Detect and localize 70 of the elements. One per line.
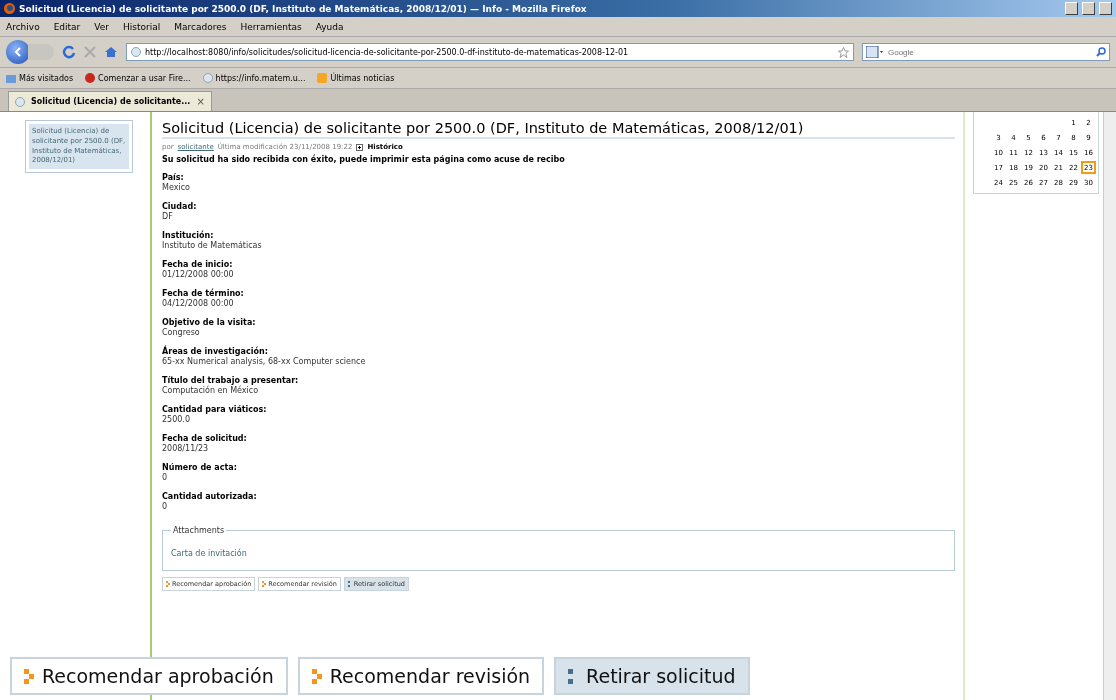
dots-icon — [262, 581, 267, 587]
feed-icon — [317, 73, 328, 83]
field-label: Áreas de investigación: — [162, 347, 269, 357]
minimize-button[interactable] — [1065, 2, 1078, 15]
bookmark-item[interactable]: Más visitados — [6, 73, 74, 83]
back-button[interactable] — [6, 40, 30, 64]
attachment-link[interactable]: Carta de invitación — [171, 549, 247, 558]
dots-icon — [166, 581, 170, 587]
page-title: Solicitud (Licencia) de solicitante por 2500.0 (DF, Instituto de Matemáticas, 2008/12/01) — [162, 120, 955, 139]
field-value: 04/12/2008 00:00 — [162, 299, 235, 309]
field-label: Objetivo de la visita: — [162, 318, 257, 328]
bookmark-item[interactable]: Comenzar a usar Fire... — [85, 73, 191, 83]
search-icon[interactable] — [1096, 47, 1106, 57]
field-label: Cantidad para viáticos: — [162, 405, 268, 415]
address-field[interactable]: http://localhost:8080/info/solicitudes/solicitud-licencia-de-solicitante-por-2500.0-df-instituto-de-matematicas-2008-12-01 — [126, 43, 854, 61]
star-icon[interactable] — [838, 46, 849, 58]
maximize-button[interactable] — [1082, 2, 1095, 15]
menu-item[interactable]: Ayuda — [315, 21, 344, 32]
action-button[interactable]: Recomendar aprobación — [10, 657, 288, 695]
browser-tab[interactable]: Solicitud (Licencia) de solicitante... × — [8, 91, 212, 111]
action-button[interactable]: Recomendar revisión — [297, 657, 545, 695]
close-button[interactable] — [1099, 2, 1112, 15]
field-value: Instituto de Matemáticas — [162, 241, 263, 251]
field-value: Mexico — [162, 183, 191, 193]
field-value: 0 — [162, 502, 169, 512]
field-value: Congreso — [162, 328, 201, 338]
menu-item[interactable]: Editar — [53, 21, 81, 32]
field-label: Fecha de inicio: — [162, 260, 234, 270]
menu-item[interactable]: Marcadores — [174, 21, 227, 32]
scrollbar[interactable] — [1103, 112, 1116, 700]
menu-item[interactable]: Ver — [94, 21, 109, 32]
dots-icon — [24, 668, 34, 684]
expand-icon[interactable] — [356, 143, 364, 151]
field-label: Cantidad autorizada: — [162, 492, 258, 502]
field-label: Ciudad: — [162, 202, 198, 212]
field-value: 0 — [162, 473, 169, 483]
bookmark-item[interactable]: Últimas noticias — [317, 73, 395, 83]
page-icon — [15, 96, 25, 107]
field-value: 2008/11/23 — [162, 444, 210, 454]
bookmark-item[interactable]: https://info.matem.u... — [202, 73, 306, 83]
menu-item[interactable]: Archivo — [6, 21, 40, 32]
field-value: Computación en México — [162, 386, 260, 396]
success-message: Su solicitud ha sido recibida con éxito, puede imprimir esta página como acuse de recibo — [162, 155, 566, 164]
action-button[interactable]: Retirar solicitud — [554, 657, 750, 695]
reload-icon[interactable] — [62, 45, 76, 59]
field-label: Fecha de término: — [162, 289, 245, 299]
dots-icon — [347, 581, 352, 587]
dots-icon — [311, 668, 322, 684]
field-label: País: — [162, 173, 185, 183]
field-value: 01/12/2008 00:00 — [162, 270, 235, 280]
page-icon — [131, 47, 141, 57]
field-label: Fecha de solicitud: — [162, 434, 248, 444]
search-engine-icon[interactable] — [866, 46, 884, 58]
field-label: Número de acta: — [162, 463, 238, 473]
field-label: Institución: — [162, 231, 215, 241]
field-value: 2500.0 — [162, 415, 191, 425]
close-tab-button[interactable]: × — [196, 96, 205, 107]
menu-item[interactable]: Historial — [123, 21, 161, 32]
field-label: Título del trabajo a presentar: — [162, 376, 300, 386]
browser-logo-icon — [4, 3, 15, 14]
home-icon[interactable] — [104, 46, 118, 58]
menu-item[interactable]: Herramientas — [240, 21, 302, 32]
attachments-legend: Attachments — [171, 526, 227, 535]
field-value: 65-xx Numerical analysis, 68-xx Computer science — [162, 357, 367, 367]
search-field[interactable]: Google — [888, 47, 1092, 57]
page-icon — [202, 73, 213, 83]
search-bar[interactable]: Google — [862, 43, 1110, 61]
field-value: DF — [162, 212, 174, 222]
folder-icon — [6, 73, 16, 83]
window-title: Solicitud (Licencia) de solicitante por 2500.0 (DF, Instituto de Matemáticas, 2008/12/01) — Info - Mozilla Firefox — [19, 3, 588, 14]
